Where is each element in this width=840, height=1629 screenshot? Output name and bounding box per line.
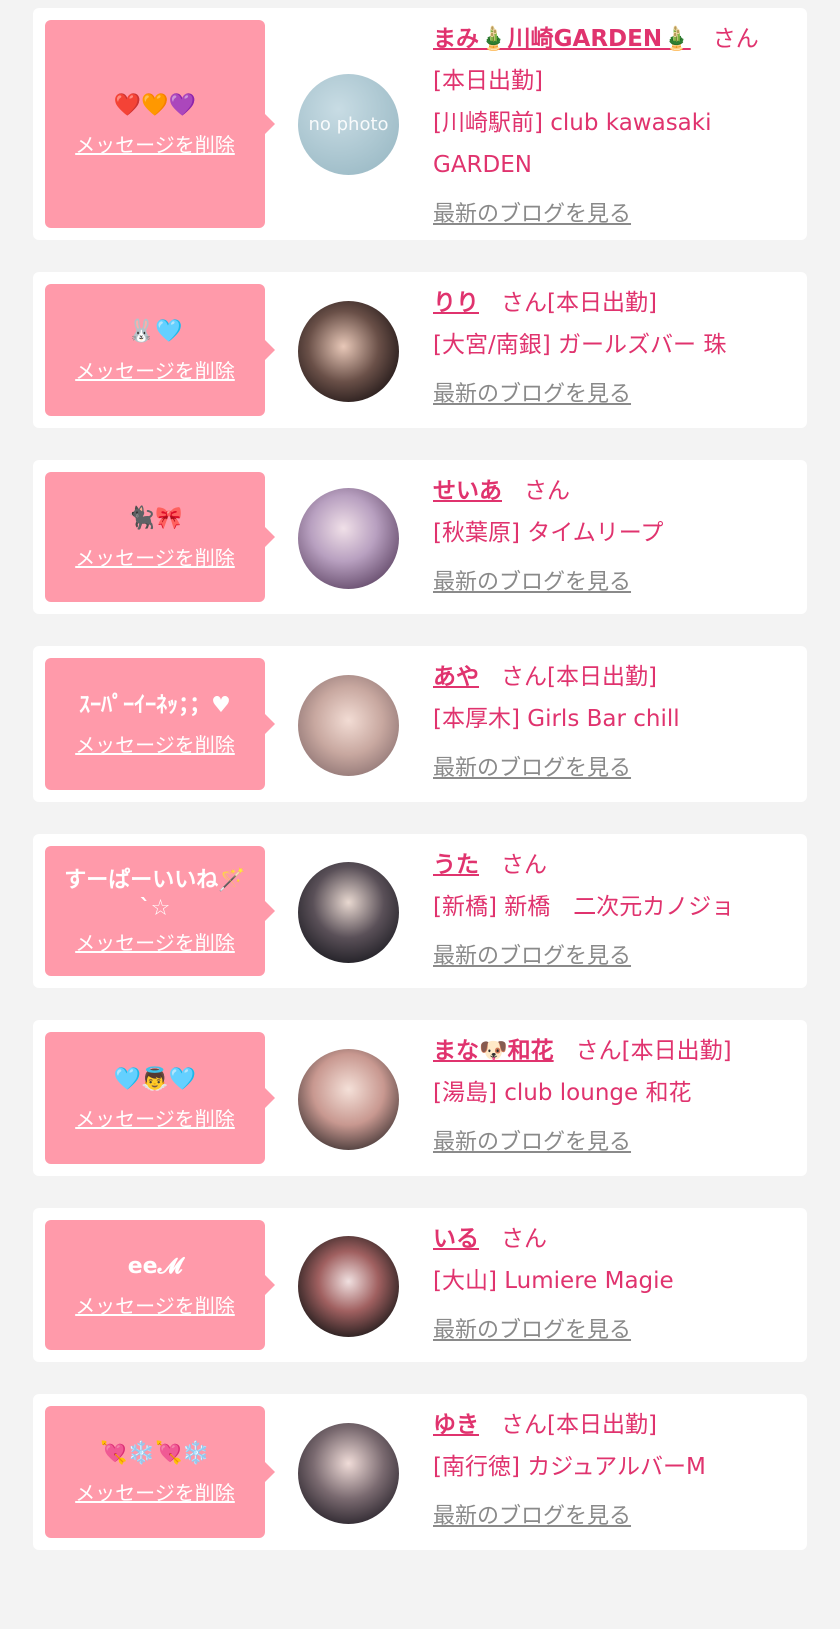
message-card: 💘❄️💘❄️ メッセージを削除 ゆき さん[本日出勤] [南行徳] カジュアルバー… (33, 1394, 807, 1550)
cast-name-link[interactable]: りり (433, 290, 479, 316)
status-badge: [本日出勤] (621, 1038, 732, 1064)
message-text: 🐰🩵 (127, 318, 183, 344)
message-text: 🐈‍⬛🎀 (127, 505, 183, 531)
cast-name-link[interactable]: あや (433, 664, 479, 690)
message-card: ❤️🧡💜 メッセージを削除 no photo まみ🎍川崎GARDEN🎍 さん [本… (33, 8, 807, 240)
cast-name-link[interactable]: まな🐶和花 (433, 1038, 554, 1064)
avatar[interactable] (298, 862, 399, 963)
delete-message-link[interactable]: メッセージを削除 (75, 1290, 235, 1319)
honorific: さん (501, 1412, 547, 1438)
honorific: さん (501, 1226, 547, 1252)
shop-name: [本厚木] Girls Bar chill (433, 706, 680, 732)
message-list: ❤️🧡💜 メッセージを削除 no photo まみ🎍川崎GARDEN🎍 さん [本… (0, 0, 840, 1629)
message-bubble: すーぱーいいね🪄 `☆ メッセージを削除 (45, 846, 275, 976)
delete-message-link[interactable]: メッセージを削除 (75, 129, 235, 158)
honorific: さん (501, 852, 547, 878)
delete-message-link[interactable]: メッセージを削除 (75, 927, 235, 956)
cast-name-link[interactable]: うた (433, 852, 479, 878)
latest-blog-link[interactable]: 最新のブログを見る (433, 936, 631, 978)
cast-info: あや さん[本日出勤] [本厚木] Girls Bar chill 最新のブログを… (433, 656, 789, 790)
honorific: さん (501, 664, 547, 690)
cast-info: ゆき さん[本日出勤] [南行徳] カジュアルバーM 最新のブログを見る (433, 1404, 789, 1538)
latest-blog-link[interactable]: 最新のブログを見る (433, 1122, 631, 1164)
cast-info: うた さん [新橋] 新橋 二次元カノジョ 最新のブログを見る (433, 844, 789, 978)
message-text: ｽｰﾊﾟｰｲｰﾈｯ；；♥ (79, 692, 231, 718)
message-card: 🩵👼🩵 メッセージを削除 まな🐶和花 さん[本日出勤] [湯島] club lou… (33, 1020, 807, 1176)
delete-message-link[interactable]: メッセージを削除 (75, 542, 235, 571)
cast-name-link[interactable]: せいあ (433, 478, 502, 504)
message-bubble: 🐈‍⬛🎀 メッセージを削除 (45, 472, 275, 602)
message-text: すーぱーいいね🪄 `☆ (64, 867, 246, 921)
avatar-placeholder-text: no photo (308, 114, 389, 135)
cast-info: りり さん[本日出勤] [大宮/南銀] ガールズバー 珠 最新のブログを見る (433, 282, 789, 416)
latest-blog-link[interactable]: 最新のブログを見る (433, 748, 631, 790)
delete-message-link[interactable]: メッセージを削除 (75, 1477, 235, 1506)
avatar[interactable] (298, 1236, 399, 1337)
shop-name: [南行徳] カジュアルバーM (433, 1454, 706, 1480)
honorific: さん (712, 26, 759, 52)
cast-info: いる さん [大山] Lumiere Magie 最新のブログを見る (433, 1218, 789, 1352)
message-bubble: ee𝓜 メッセージを削除 (45, 1220, 275, 1350)
message-card: ee𝓜 メッセージを削除 いる さん [大山] Lumiere Magie 最新の… (33, 1208, 807, 1362)
message-bubble: 🩵👼🩵 メッセージを削除 (45, 1032, 275, 1164)
cast-name-link[interactable]: いる (433, 1226, 479, 1252)
cast-info: まみ🎍川崎GARDEN🎍 さん [本日出勤] [川崎駅前] club kawasa… (433, 18, 789, 236)
status-badge: [本日出勤] (547, 1412, 657, 1438)
latest-blog-link[interactable]: 最新のブログを見る (433, 1496, 631, 1538)
honorific: さん (524, 478, 570, 504)
cast-info: せいあ さん [秋葉原] タイムリープ 最新のブログを見る (433, 470, 789, 604)
delete-message-link[interactable]: メッセージを削除 (75, 355, 235, 384)
cast-name-link[interactable]: まみ🎍川崎GARDEN🎍 (433, 26, 691, 52)
avatar[interactable]: no photo (298, 74, 399, 175)
shop-name: [大宮/南銀] ガールズバー 珠 (433, 332, 727, 358)
message-bubble: ❤️🧡💜 メッセージを削除 (45, 20, 275, 228)
shop-name: [湯島] club lounge 和花 (433, 1080, 692, 1106)
message-card: 🐈‍⬛🎀 メッセージを削除 せいあ さん [秋葉原] タイムリープ 最新のブログを… (33, 460, 807, 614)
avatar[interactable] (298, 488, 399, 589)
message-card: ｽｰﾊﾟｰｲｰﾈｯ；；♥ メッセージを削除 あや さん[本日出勤] [本厚木] G… (33, 646, 807, 802)
shop-name: [新橋] 新橋 二次元カノジョ (433, 894, 735, 920)
honorific: さん (575, 1038, 622, 1064)
avatar[interactable] (298, 1049, 399, 1150)
latest-blog-link[interactable]: 最新のブログを見る (433, 562, 631, 604)
message-bubble: ｽｰﾊﾟｰｲｰﾈｯ；；♥ メッセージを削除 (45, 658, 275, 790)
shop-name: [川崎駅前] club kawasaki GARDEN (433, 110, 712, 178)
message-card: すーぱーいいね🪄 `☆ メッセージを削除 うた さん [新橋] 新橋 二次元カノジ… (33, 834, 807, 988)
message-text: ❤️🧡💜 (113, 92, 197, 118)
latest-blog-link[interactable]: 最新のブログを見る (433, 194, 631, 236)
latest-blog-link[interactable]: 最新のブログを見る (433, 374, 631, 416)
honorific: さん (501, 290, 547, 316)
message-text: 💘❄️💘❄️ (100, 1440, 210, 1466)
message-bubble: 🐰🩵 メッセージを削除 (45, 284, 275, 416)
latest-blog-link[interactable]: 最新のブログを見る (433, 1310, 631, 1352)
cast-info: まな🐶和花 さん[本日出勤] [湯島] club lounge 和花 最新のブログ… (433, 1030, 789, 1164)
avatar[interactable] (298, 675, 399, 776)
message-text: 🩵👼🩵 (113, 1066, 197, 1092)
shop-name: [大山] Lumiere Magie (433, 1268, 674, 1294)
delete-message-link[interactable]: メッセージを削除 (75, 1103, 235, 1132)
message-card: 🐰🩵 メッセージを削除 りり さん[本日出勤] [大宮/南銀] ガールズバー 珠 … (33, 272, 807, 428)
cast-name-link[interactable]: ゆき (433, 1412, 479, 1438)
avatar[interactable] (298, 1423, 399, 1524)
shop-name: [秋葉原] タイムリープ (433, 520, 664, 546)
message-bubble: 💘❄️💘❄️ メッセージを削除 (45, 1406, 275, 1538)
status-badge: [本日出勤] (433, 68, 543, 94)
message-text: ee𝓜 (127, 1253, 183, 1279)
delete-message-link[interactable]: メッセージを削除 (75, 729, 235, 758)
avatar[interactable] (298, 301, 399, 402)
status-badge: [本日出勤] (547, 664, 657, 690)
status-badge: [本日出勤] (547, 290, 657, 316)
